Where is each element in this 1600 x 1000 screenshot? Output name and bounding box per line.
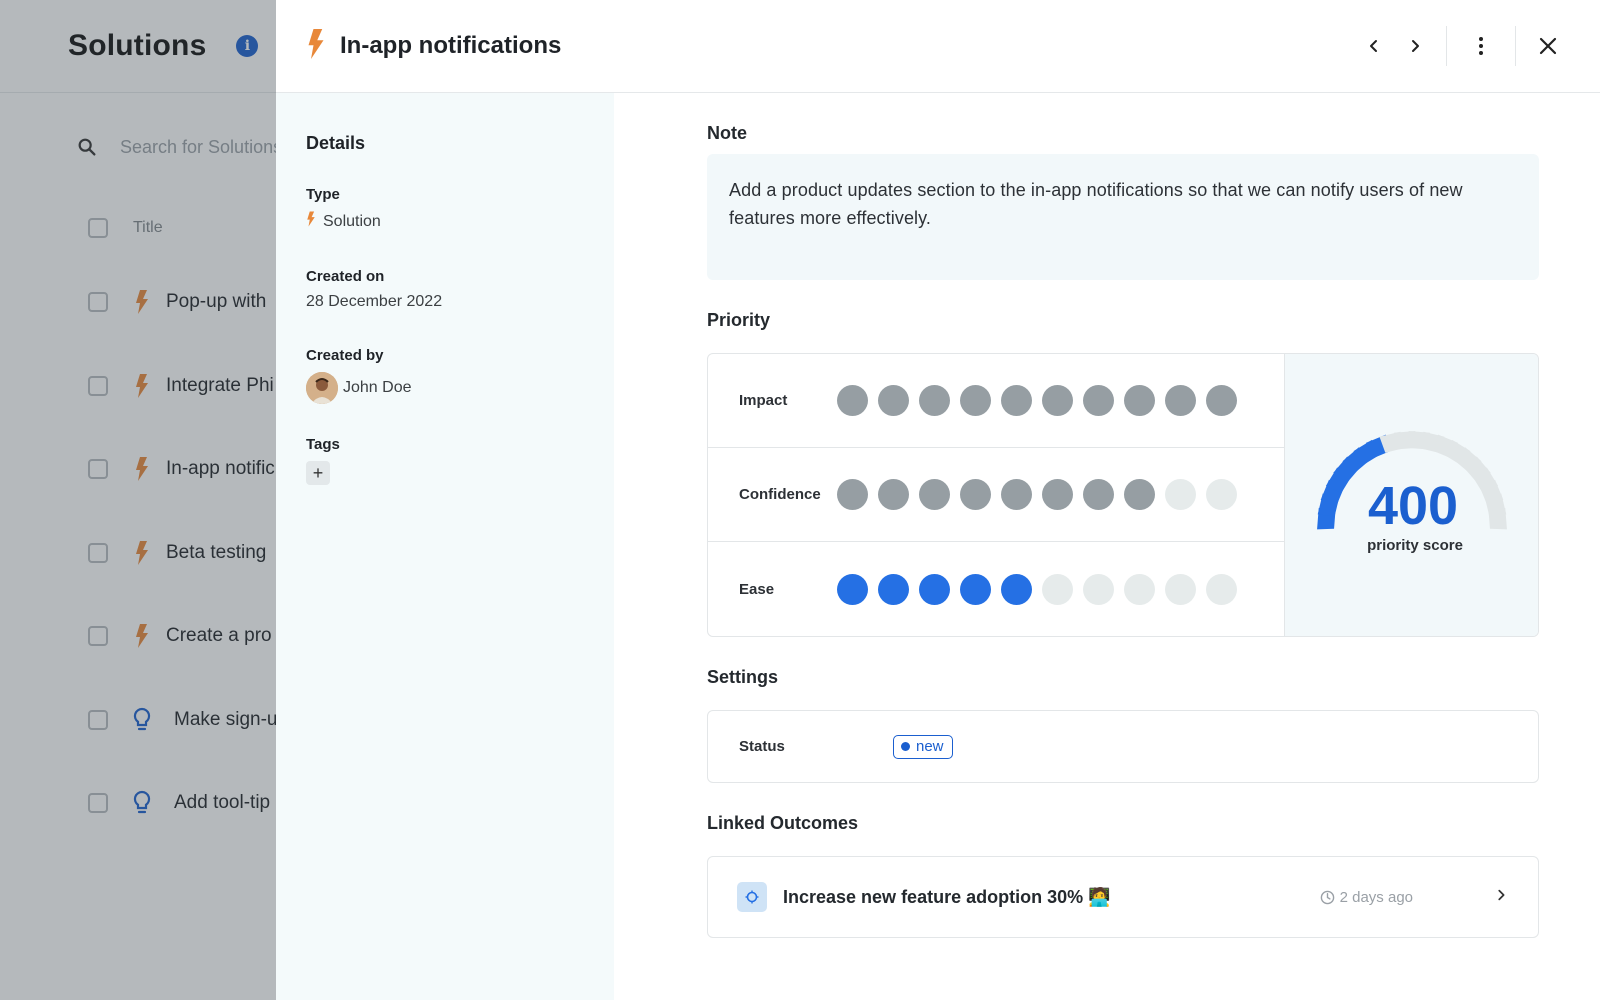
created-by-label: Created by [306, 347, 384, 364]
avatar [306, 372, 338, 404]
rating-dot[interactable] [878, 479, 909, 510]
rating-dot[interactable] [1206, 479, 1237, 510]
panel-actions [1354, 0, 1600, 92]
note-heading: Note [707, 123, 747, 143]
rating-dot[interactable] [1165, 385, 1196, 416]
more-vertical-icon [1479, 37, 1483, 55]
close-icon [1539, 37, 1557, 55]
impact-rating[interactable] [837, 385, 1247, 416]
priority-card: Impact Confidence Ease 400 priority scor… [707, 353, 1539, 637]
more-options-button[interactable] [1461, 26, 1501, 66]
rating-dot[interactable] [878, 385, 909, 416]
status-label: Status [739, 738, 785, 755]
rating-dot[interactable] [1042, 479, 1073, 510]
header-divider [1446, 26, 1447, 66]
panel-body: Details Type Solution Created on 28 Dece… [276, 93, 1600, 1000]
priority-score-label: priority score [1367, 537, 1463, 554]
rating-dot[interactable] [1206, 385, 1237, 416]
rating-dot[interactable] [960, 479, 991, 510]
type-label: Type [306, 186, 340, 203]
ease-rating[interactable] [837, 573, 1247, 605]
linked-outcome-item[interactable]: Increase new feature adoption 30% 🧑‍💻 2 … [707, 856, 1539, 938]
gauge-segment [1488, 507, 1507, 530]
priority-score-panel: 400 priority score [1284, 354, 1538, 636]
created-on-value: 28 December 2022 [306, 293, 443, 310]
chevron-left-icon [1370, 40, 1377, 52]
rating-dot[interactable] [1124, 385, 1155, 416]
bolt-icon [306, 28, 326, 65]
rating-dot[interactable] [1042, 573, 1073, 605]
rating-dot[interactable] [919, 385, 950, 416]
impact-row: Impact [708, 354, 1284, 448]
panel-title: In-app notifications [340, 32, 562, 59]
priority-rows: Impact Confidence Ease [708, 354, 1284, 636]
rating-dot[interactable] [1165, 573, 1196, 605]
confidence-row: Confidence [708, 448, 1284, 542]
rating-dot[interactable] [1124, 479, 1155, 510]
type-field: Type Solution [306, 186, 584, 232]
solution-detail-panel: In-app notifications Details Type Soluti… [276, 0, 1600, 1000]
rating-dot[interactable] [837, 573, 868, 605]
rating-dot[interactable] [837, 479, 868, 510]
creator-name: John Doe [343, 379, 412, 396]
rating-dot[interactable] [919, 573, 950, 605]
created-by-value[interactable]: John Doe [306, 372, 584, 404]
tags-label: Tags [306, 436, 340, 453]
details-sidebar: Details Type Solution Created on 28 Dece… [276, 93, 614, 1000]
panel-header: In-app notifications [276, 0, 1600, 93]
chevron-right-icon[interactable] [1494, 888, 1508, 907]
rating-dot[interactable] [1001, 385, 1032, 416]
details-heading: Details [306, 133, 366, 153]
header-divider [1515, 26, 1516, 66]
rating-dot[interactable] [960, 573, 991, 605]
bolt-icon [306, 211, 316, 232]
next-button[interactable] [1395, 26, 1435, 66]
rating-dot[interactable] [1083, 385, 1114, 416]
rating-dot[interactable] [1165, 479, 1196, 510]
rating-dot[interactable] [1083, 573, 1114, 605]
linked-outcome-time-text: 2 days ago [1339, 888, 1413, 906]
created-on-label: Created on [306, 268, 385, 285]
rating-dot[interactable] [919, 479, 950, 510]
clock-icon [1320, 890, 1334, 904]
settings-heading: Settings [707, 667, 779, 687]
linked-outcomes-heading: Linked Outcomes [707, 813, 859, 833]
close-button[interactable] [1528, 26, 1568, 66]
settings-card: Status new [707, 710, 1539, 783]
confidence-label: Confidence [739, 486, 821, 503]
rating-dot[interactable] [1042, 385, 1073, 416]
created-on-field: Created on 28 December 2022 [306, 268, 584, 311]
linked-outcome-title: Increase new feature adoption 30% 🧑‍💻 [783, 886, 1111, 907]
status-badge[interactable]: new [893, 734, 953, 759]
status-dot-icon [901, 741, 910, 751]
linked-outcome-time: 2 days ago [1320, 889, 1413, 906]
chevron-right-icon [1412, 40, 1419, 52]
main-content: Note Add a product updates section to th… [707, 93, 1539, 1000]
add-tag-button[interactable]: + [306, 461, 330, 485]
rating-dot[interactable] [1001, 479, 1032, 510]
priority-gauge: 400 priority score [1317, 431, 1507, 554]
previous-button[interactable] [1354, 26, 1394, 66]
created-by-field: Created by John Doe [306, 347, 584, 404]
priority-score-value: 400 [1368, 476, 1458, 536]
note-text[interactable]: Add a product updates section to the in-… [707, 154, 1539, 280]
rating-dot[interactable] [1083, 479, 1114, 510]
confidence-rating[interactable] [837, 479, 1247, 510]
impact-label: Impact [739, 392, 788, 409]
rating-dot[interactable] [1124, 573, 1155, 605]
priority-heading: Priority [707, 310, 771, 330]
tags-field: Tags + [306, 436, 584, 485]
ease-row: Ease [708, 542, 1284, 636]
target-icon [737, 882, 767, 912]
rating-dot[interactable] [1206, 573, 1237, 605]
status-value: new [916, 737, 944, 755]
type-value-text: Solution [323, 212, 381, 230]
rating-dot[interactable] [837, 385, 868, 416]
rating-dot[interactable] [1001, 573, 1032, 605]
rating-dot[interactable] [960, 385, 991, 416]
ease-label: Ease [739, 580, 775, 598]
type-value: Solution [306, 211, 584, 232]
rating-dot[interactable] [878, 573, 909, 605]
